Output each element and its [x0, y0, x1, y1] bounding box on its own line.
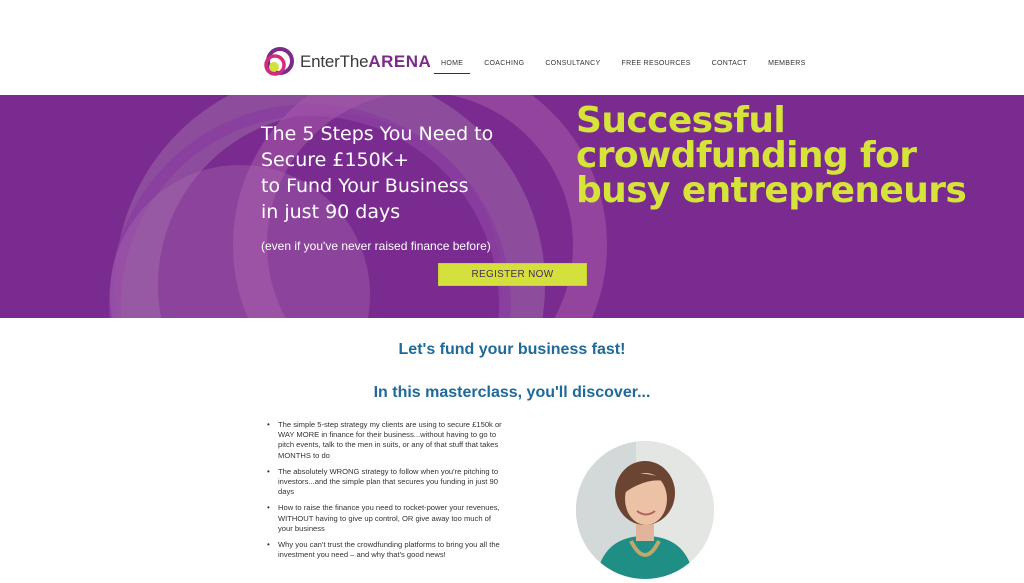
nav-coaching[interactable]: COACHING: [477, 58, 531, 74]
benefits-list: The simple 5-step strategy my clients ar…: [267, 420, 507, 566]
nav-contact[interactable]: CONTACT: [705, 58, 754, 74]
list-item: How to raise the finance you need to roc…: [267, 503, 507, 534]
register-now-button[interactable]: REGISTER NOW: [438, 263, 587, 286]
hero-tagline: Successful crowdfunding for busy entrepr…: [576, 100, 967, 211]
main-nav: HOME COACHING CONSULTANCY FREE RESOURCES…: [434, 58, 820, 74]
list-item: Why you can't trust the crowdfunding pla…: [267, 540, 507, 560]
logo-text: EnterTheARENA: [300, 52, 432, 71]
list-item: The simple 5-step strategy my clients ar…: [267, 420, 507, 461]
nav-members[interactable]: MEMBERS: [761, 58, 813, 74]
presenter-photo: [576, 441, 714, 579]
nav-consultancy[interactable]: CONSULTANCY: [538, 58, 607, 74]
site-header: EnterTheARENA HOME COACHING CONSULTANCY …: [0, 0, 1024, 95]
hero-banner: The 5 Steps You Need to Secure £150K+ to…: [0, 95, 1024, 318]
section-title-fund: Let's fund your business fast!: [398, 341, 626, 358]
nav-free-resources[interactable]: FREE RESOURCES: [615, 58, 698, 74]
hero-headline: The 5 Steps You Need to Secure £150K+ to…: [261, 123, 494, 223]
hero-copy: The 5 Steps You Need to Secure £150K+ to…: [261, 121, 561, 253]
logo[interactable]: EnterTheARENA: [263, 46, 431, 78]
nav-home[interactable]: HOME: [434, 58, 471, 74]
list-item: The absolutely WRONG strategy to follow …: [267, 467, 507, 498]
section-title-masterclass: In this masterclass, you'll discover...: [373, 384, 651, 401]
hero-subheadline: (even if you've never raised finance bef…: [261, 239, 491, 253]
logo-icon: [263, 46, 295, 78]
